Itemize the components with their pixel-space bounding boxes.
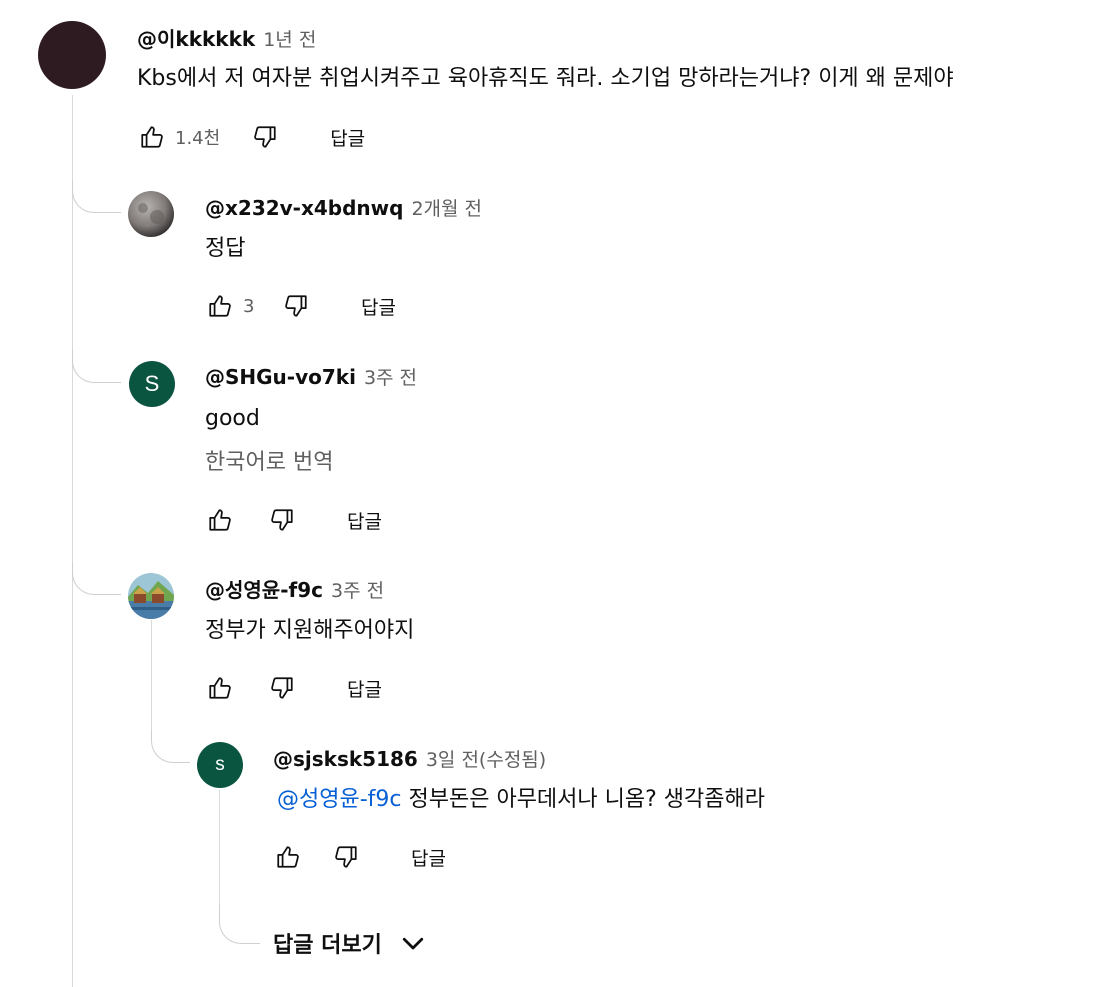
thumb-down-icon <box>285 295 307 317</box>
thread-connector <box>72 562 121 595</box>
like-button[interactable] <box>137 122 167 152</box>
comment-text: Kbs에서 저 여자분 취업시켜주고 육아휴직도 줘라. 소기업 망하라는거냐?… <box>137 66 954 91</box>
reply-author: @성영윤-f9c 3주 전 <box>205 578 384 603</box>
thumb-down-icon <box>271 509 293 531</box>
thumb-up-icon <box>209 509 231 531</box>
dislike-button[interactable] <box>267 505 297 535</box>
thumb-down-icon <box>254 126 276 148</box>
like-button[interactable] <box>273 842 303 872</box>
thread-connector <box>72 180 121 213</box>
reply-actions: 답글 <box>205 500 382 540</box>
reply-text: good <box>205 406 260 431</box>
avatar[interactable] <box>128 191 174 237</box>
reply-text: @성영윤-f9c 정부돈은 아무데서나 니옴? 생각좀해라 <box>277 785 765 815</box>
reply-author: @x232v-x4bdnwq 2개월 전 <box>205 196 482 221</box>
thumb-up-icon <box>209 295 231 317</box>
avatar-letter: S <box>144 371 160 396</box>
author-name[interactable]: @SHGu-vo7ki <box>205 365 356 389</box>
more-replies-label: 답글 더보기 <box>273 933 382 958</box>
like-count: 1.4천 <box>175 128 221 149</box>
comment-time[interactable]: 1년 전 <box>263 29 316 51</box>
reply-time[interactable]: 3주 전 <box>331 580 384 602</box>
thumb-up-icon <box>141 126 163 148</box>
author-name[interactable]: @x232v-x4bdnwq <box>205 196 403 220</box>
avatar[interactable] <box>128 573 174 619</box>
reply-button[interactable]: 답글 <box>330 124 365 151</box>
thread-connector <box>72 350 121 383</box>
avatar[interactable]: S <box>129 361 175 407</box>
thumb-down-icon <box>335 846 357 868</box>
reply-time[interactable]: 2개월 전 <box>411 198 482 220</box>
reply-button[interactable]: 답글 <box>361 293 396 320</box>
thread-line-nested <box>151 620 152 740</box>
thread-line-nested-reply <box>219 790 220 910</box>
like-button[interactable] <box>205 673 235 703</box>
comment-actions: 1.4천 답글 <box>137 117 365 157</box>
dislike-button[interactable] <box>250 122 280 152</box>
thread-connector <box>219 905 260 944</box>
reply-actions: 답글 <box>205 668 382 708</box>
thumb-up-icon <box>277 846 299 868</box>
author-name[interactable]: @성영윤-f9c <box>205 578 323 602</box>
reply-button[interactable]: 답글 <box>347 675 382 702</box>
landscape-avatar-icon <box>128 573 174 619</box>
avatar[interactable] <box>38 21 106 89</box>
reply-body: 정부돈은 아무데서나 니옴? 생각좀해라 <box>408 787 766 812</box>
thread-line-main <box>72 95 73 987</box>
more-replies-button[interactable]: 답글 더보기 <box>273 927 428 959</box>
translate-link[interactable]: 한국어로 번역 <box>205 448 333 478</box>
author-name[interactable]: @sjsksk5186 <box>273 747 418 771</box>
thumb-down-icon <box>271 677 293 699</box>
reply-time[interactable]: 3주 전 <box>364 367 417 389</box>
reply-button[interactable]: 답글 <box>347 507 382 534</box>
reply-time[interactable]: 3일 전(수정됨) <box>426 749 546 771</box>
dislike-button[interactable] <box>267 673 297 703</box>
reply-actions: 답글 <box>273 837 446 877</box>
dislike-button[interactable] <box>331 842 361 872</box>
reply-author: @SHGu-vo7ki 3주 전 <box>205 365 417 390</box>
reply-actions: 3 답글 <box>205 286 396 326</box>
dislike-button[interactable] <box>281 291 311 321</box>
chevron-down-icon <box>402 937 423 950</box>
thread-connector <box>151 730 190 763</box>
moon-avatar-icon <box>128 191 174 237</box>
reply-author: @sjsksk5186 3일 전(수정됨) <box>273 747 546 772</box>
like-count: 3 <box>243 295 255 317</box>
author-name[interactable]: @이kkkkkk <box>137 27 255 51</box>
like-button[interactable] <box>205 505 235 535</box>
like-button[interactable] <box>205 291 235 321</box>
reply-text: 정답 <box>205 236 246 261</box>
avatar-letter: s <box>215 754 225 775</box>
comment-author[interactable]: @이kkkkkk 1년 전 <box>137 27 316 52</box>
reply-button[interactable]: 답글 <box>411 844 446 871</box>
mention-link[interactable]: @성영윤-f9c <box>277 787 402 812</box>
avatar[interactable]: s <box>197 742 243 788</box>
reply-text: 정부가 지원해주어야지 <box>205 618 415 643</box>
thumb-up-icon <box>209 677 231 699</box>
